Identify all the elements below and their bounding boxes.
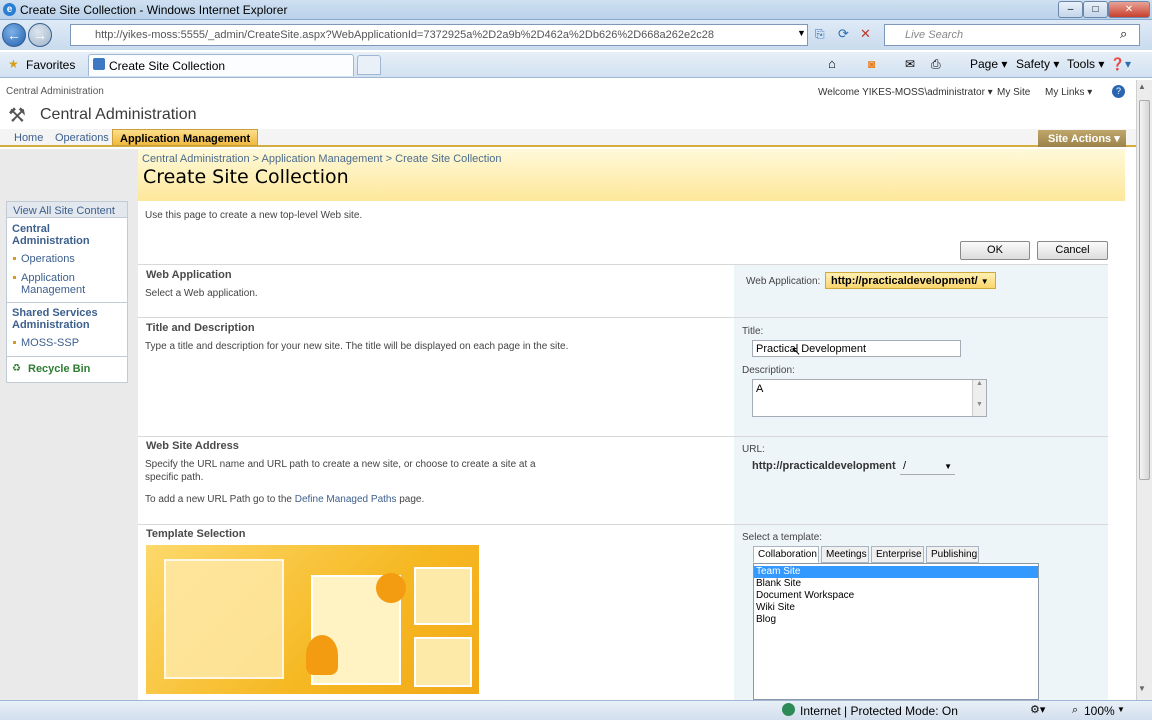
- breadcrumb[interactable]: Central Administration > Application Man…: [142, 153, 502, 165]
- status-tools-icon[interactable]: ⚙▾: [1030, 703, 1045, 716]
- maximize-button[interactable]: □: [1083, 1, 1108, 18]
- url-field-area: [734, 437, 1108, 524]
- recycle-bin-link[interactable]: Recycle Bin: [28, 363, 90, 375]
- tools-logo-icon: ⚒: [8, 105, 26, 127]
- tab-title: Create Site Collection: [109, 59, 226, 73]
- title-desc: Type a title and description for your ne…: [145, 341, 569, 352]
- page-scrollbar[interactable]: ▲ ▼: [1136, 80, 1152, 700]
- page-menu[interactable]: Page ▾: [970, 57, 1007, 71]
- site-actions-menu[interactable]: Site Actions ▾: [1038, 130, 1126, 147]
- title-input[interactable]: Practical Development: [752, 340, 961, 357]
- search-icon[interactable]: ⌕: [1120, 26, 1127, 42]
- my-site-link[interactable]: My Site: [997, 87, 1030, 98]
- feeds-icon[interactable]: ◙: [868, 57, 875, 71]
- zoom-icon[interactable]: ⌕: [1072, 704, 1078, 717]
- ie-logo-icon: e: [3, 3, 16, 16]
- search-input[interactable]: Live Search: [884, 24, 1140, 46]
- favorites-star-icon: ★: [8, 57, 19, 71]
- url-path-select[interactable]: / ▼: [900, 459, 955, 475]
- define-managed-paths-link[interactable]: Define Managed Paths: [295, 494, 397, 505]
- webapp-heading: Web Application: [146, 269, 232, 281]
- description-scrollbar[interactable]: ▲ ▼: [972, 380, 986, 416]
- template-item-blank-site[interactable]: Blank Site: [754, 578, 1038, 590]
- tab-publishing[interactable]: Publishing: [926, 546, 979, 563]
- webapp-desc: Select a Web application.: [145, 288, 258, 299]
- template-item-document-workspace[interactable]: Document Workspace: [754, 590, 1038, 602]
- browser-tab[interactable]: Create Site Collection: [88, 54, 354, 76]
- ql-application-management[interactable]: Application Management: [21, 272, 101, 296]
- favorites-button[interactable]: Favorites: [26, 58, 75, 72]
- compat-view-icon[interactable]: ⎘: [815, 27, 825, 42]
- nav-home[interactable]: Home: [7, 129, 50, 146]
- page-title: Create Site Collection: [143, 166, 349, 188]
- minimize-button[interactable]: –: [1058, 1, 1083, 18]
- zoom-dropdown-icon[interactable]: ▼: [1117, 705, 1125, 714]
- window-title: Create Site Collection - Windows Interne…: [20, 3, 288, 17]
- ok-button[interactable]: OK: [960, 241, 1030, 260]
- zoom-level[interactable]: 100%: [1084, 704, 1115, 718]
- nav-application-management[interactable]: Application Management: [112, 129, 259, 146]
- template-item-wiki-site[interactable]: Wiki Site: [754, 602, 1038, 614]
- view-all-site-content-link[interactable]: View All Site Content: [13, 205, 115, 217]
- new-tab-button[interactable]: [357, 55, 381, 75]
- top-breadcrumb[interactable]: Central Administration: [6, 86, 104, 97]
- mail-icon[interactable]: ✉: [905, 57, 915, 71]
- scroll-up-icon[interactable]: ▲: [1138, 82, 1146, 91]
- stop-icon[interactable]: ✕: [860, 26, 871, 42]
- internet-zone-icon: [782, 703, 795, 716]
- intro-text: Use this page to create a new top-level …: [145, 210, 363, 221]
- template-preview-image: [146, 545, 479, 694]
- ql-central-admin[interactable]: Central Administration: [12, 223, 122, 247]
- my-links-menu[interactable]: My Links ▾: [1045, 87, 1092, 98]
- template-list[interactable]: Team Site Blank Site Document Workspace …: [753, 563, 1039, 700]
- recycle-bin-icon: ♻: [12, 363, 21, 374]
- tools-menu[interactable]: Tools ▾: [1067, 57, 1104, 71]
- template-item-team-site[interactable]: Team Site: [754, 566, 1038, 578]
- help-icon[interactable]: ❓▾: [1110, 57, 1131, 71]
- url-prefix: http://practicaldevelopment: [752, 460, 896, 472]
- print-icon[interactable]: ⎙: [931, 57, 941, 72]
- refresh-icon[interactable]: ⟳: [838, 26, 849, 42]
- scroll-down-icon[interactable]: ▼: [1138, 684, 1146, 693]
- address-heading: Web Site Address: [146, 440, 239, 452]
- title-field-area: [734, 318, 1108, 436]
- template-select-label: Select a template:: [742, 532, 823, 543]
- title-label: Title:: [742, 326, 764, 337]
- ql-operations[interactable]: Operations: [21, 253, 75, 265]
- template-heading: Template Selection: [146, 528, 246, 540]
- mouse-cursor-icon: ↖: [791, 344, 802, 358]
- welcome-menu[interactable]: Welcome YIKES-MOSS\administrator ▾: [818, 87, 993, 98]
- title-heading: Title and Description: [146, 322, 255, 334]
- tab-meetings[interactable]: Meetings: [821, 546, 869, 563]
- safety-menu[interactable]: Safety ▾: [1016, 57, 1059, 71]
- description-textarea[interactable]: A: [752, 379, 987, 417]
- status-bar: [0, 700, 1152, 720]
- close-button[interactable]: ✕: [1108, 1, 1150, 18]
- address-dropdown-icon[interactable]: ▼: [797, 28, 806, 38]
- home-icon[interactable]: ⌂: [828, 56, 836, 71]
- tab-collaboration[interactable]: Collaboration: [753, 546, 819, 563]
- tab-enterprise[interactable]: Enterprise: [871, 546, 924, 563]
- webapp-selector[interactable]: http://practicaldevelopment/ ▼: [825, 272, 996, 289]
- back-button[interactable]: ←: [2, 23, 26, 47]
- cancel-button[interactable]: Cancel: [1037, 241, 1108, 260]
- page-favicon-icon: [93, 58, 105, 70]
- address-input[interactable]: http://yikes-moss:5555/_admin/CreateSite…: [70, 24, 808, 46]
- sp-help-icon[interactable]: ?: [1112, 85, 1125, 98]
- nav-operations[interactable]: Operations: [48, 129, 116, 146]
- ql-shared-services[interactable]: Shared Services Administration: [12, 307, 122, 331]
- scroll-thumb[interactable]: [1139, 100, 1150, 480]
- webapp-label: Web Application:: [746, 276, 821, 287]
- template-item-blog[interactable]: Blog: [754, 614, 1038, 626]
- window-titlebar: e Create Site Collection - Windows Inter…: [0, 0, 1152, 20]
- security-zone-text[interactable]: Internet | Protected Mode: On: [800, 704, 958, 718]
- ql-moss-ssp[interactable]: MOSS-SSP: [21, 337, 79, 349]
- description-label: Description:: [742, 365, 795, 376]
- address-desc: Specify the URL name and URL path to cre…: [145, 459, 536, 483]
- url-label: URL:: [742, 444, 765, 455]
- forward-button[interactable]: →: [28, 23, 52, 47]
- site-title[interactable]: Central Administration: [40, 106, 197, 124]
- address-desc2: To add a new URL Path go to the Define M…: [145, 494, 425, 505]
